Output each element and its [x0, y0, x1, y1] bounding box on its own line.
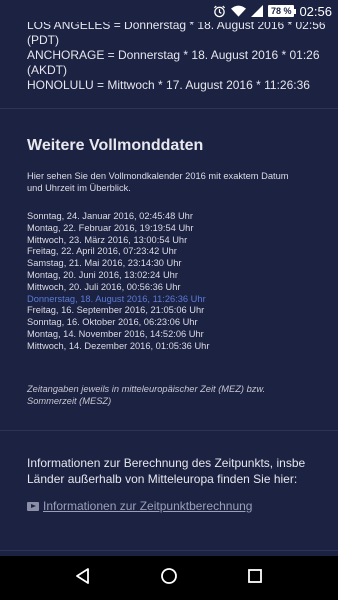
- date-item: Samstag, 21. Mai 2016, 23:14:30 Uhr: [27, 258, 182, 269]
- date-item: Sonntag, 16. Oktober 2016, 06:23:06 Uhr: [27, 317, 198, 328]
- recents-button[interactable]: [235, 558, 275, 598]
- video-link-icon: [27, 501, 39, 511]
- date-item: Freitag, 22. April 2016, 07:23:42 Uhr: [27, 246, 177, 257]
- recents-icon: [247, 568, 263, 589]
- page-content: LOS ANGELES = Donnerstag * 18. August 20…: [0, 22, 338, 556]
- calculation-info-link[interactable]: Informationen zur Zeitpunktberechnung: [43, 499, 252, 513]
- date-item: Mittwoch, 20. Juli 2016, 00:56:36 Uhr: [27, 281, 181, 292]
- date-item: Mittwoch, 23. März 2016, 13:00:54 Uhr: [27, 234, 188, 245]
- timezone-line: HONOLULU = Mittwoch * 17. August 2016 * …: [27, 78, 310, 92]
- signal-icon: [250, 5, 263, 17]
- alarm-icon: [213, 5, 226, 18]
- divider: [0, 550, 338, 551]
- timezone-list: LOS ANGELES = Donnerstag * 18. August 20…: [27, 22, 338, 93]
- status-bar: 78 % 02:56: [0, 0, 338, 22]
- back-button[interactable]: [63, 558, 103, 598]
- divider: [0, 108, 338, 109]
- date-item: Freitag, 16. September 2016, 21:05:06 Uh…: [27, 305, 205, 316]
- info-line: Länder außerhalb von Mitteleuropa finden…: [27, 472, 298, 486]
- timezone-line: ANCHORAGE = Donnerstag * 18. August 2016…: [27, 48, 320, 62]
- wifi-icon: [230, 5, 246, 17]
- info-line: Informationen zur Berechnung des Zeitpun…: [27, 456, 306, 470]
- date-item: Sonntag, 24. Januar 2016, 02:45:48 Uhr: [27, 211, 193, 221]
- battery-icon: 78 %: [267, 5, 296, 17]
- date-item: Montag, 20. Juni 2016, 13:02:24 Uhr: [27, 269, 178, 280]
- note-line: Zeitangaben jeweils in mitteleuropäische…: [27, 384, 266, 394]
- section-intro: Hier sehen Sie den Vollmondkalender 2016…: [27, 170, 338, 194]
- intro-line: Hier sehen Sie den Vollmondkalender 2016…: [27, 171, 289, 181]
- home-button[interactable]: [149, 558, 189, 598]
- home-icon: [160, 567, 178, 590]
- info-link-row[interactable]: Informationen zur Zeitpunktberechnung: [27, 499, 252, 513]
- intro-line: und Uhrzeit im Überblick.: [27, 183, 131, 193]
- divider: [0, 430, 338, 431]
- full-moon-date-list: Sonntag, 24. Januar 2016, 02:45:48 Uhr M…: [27, 211, 209, 353]
- date-item: Montag, 14. November 2016, 14:52:06 Uhr: [27, 328, 204, 339]
- date-item: Montag, 22. Februar 2016, 19:19:54 Uhr: [27, 222, 194, 233]
- timezone-line: LOS ANGELES = Donnerstag * 18. August 20…: [27, 22, 326, 32]
- timezone-abbrev: (AKDT): [27, 63, 67, 77]
- status-clock: 02:56: [299, 3, 332, 19]
- date-item-current[interactable]: Donnerstag, 18. August 2016, 11:26:36 Uh…: [27, 294, 209, 306]
- back-icon: [74, 567, 92, 590]
- timezone-note: Zeitangaben jeweils in mitteleuropäische…: [27, 383, 265, 407]
- section-title: Weitere Vollmonddaten: [27, 137, 204, 154]
- info-text: Informationen zur Berechnung des Zeitpun…: [27, 455, 305, 487]
- timezone-abbrev: (PDT): [27, 33, 59, 47]
- date-item: Mittwoch, 14. Dezember 2016, 01:05:36 Uh…: [27, 340, 210, 351]
- navigation-bar: [0, 556, 338, 600]
- note-line: Sommerzeit (MESZ): [27, 396, 112, 406]
